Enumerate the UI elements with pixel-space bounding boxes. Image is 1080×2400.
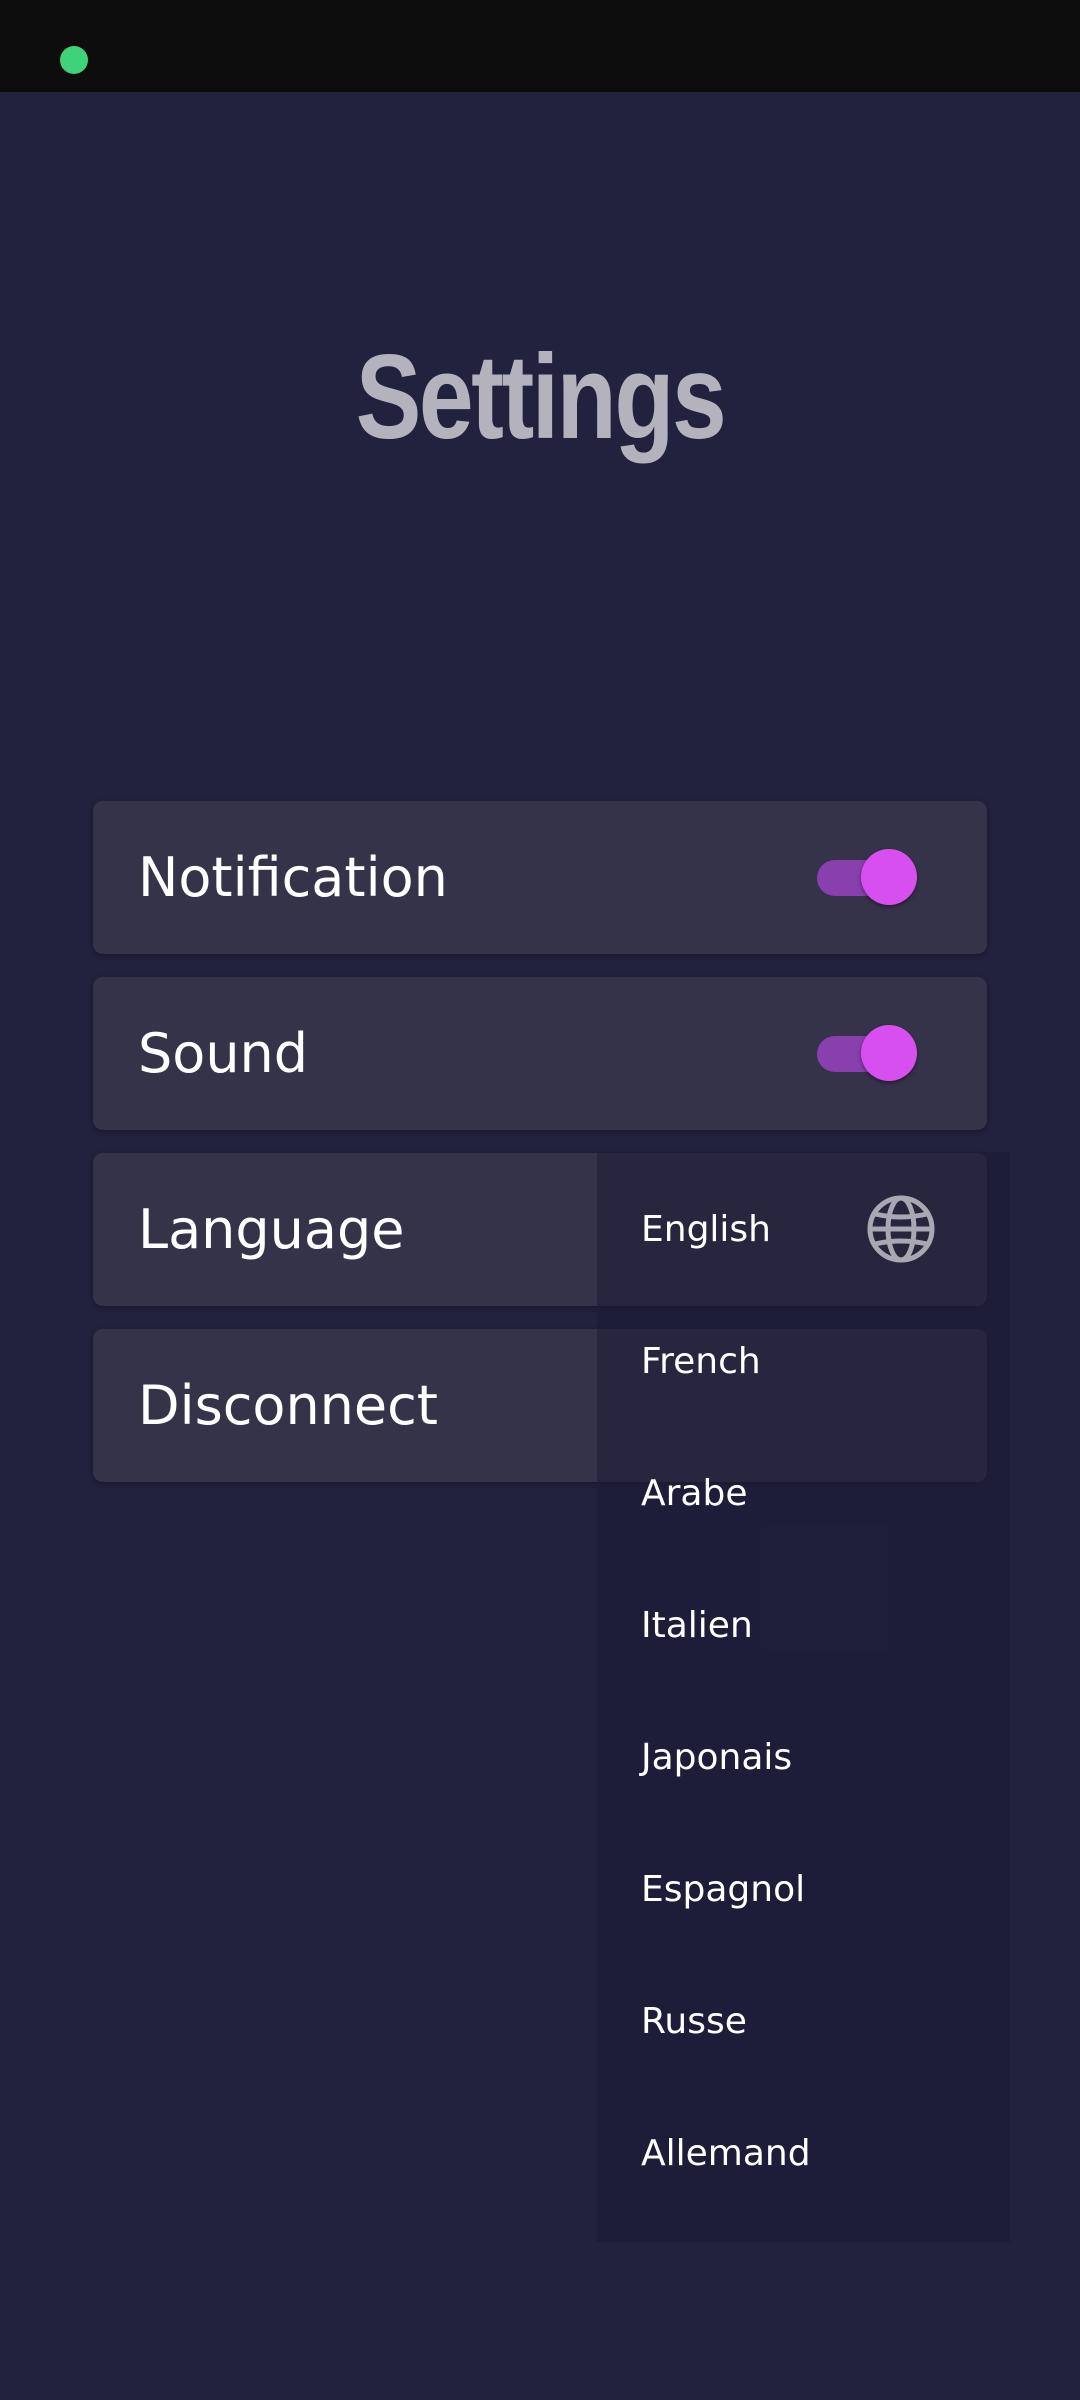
sound-label: Sound <box>138 1022 309 1085</box>
sound-row: Sound <box>93 977 987 1130</box>
status-indicator-dot <box>60 46 88 74</box>
language-option-japonais[interactable]: Japonais <box>641 1728 792 1788</box>
language-option-allemand[interactable]: Allemand <box>641 2124 811 2184</box>
language-option-english[interactable]: English <box>641 1200 771 1260</box>
language-label: Language <box>138 1198 405 1261</box>
language-option-russe[interactable]: Russe <box>641 1992 747 2052</box>
globe-icon[interactable] <box>865 1193 937 1265</box>
language-dropdown: English French Arabe Italien Japonais Es… <box>597 1152 1010 2242</box>
language-option-french[interactable]: French <box>641 1332 761 1392</box>
language-option-italien[interactable]: Italien <box>641 1596 753 1656</box>
disconnect-label: Disconnect <box>138 1374 438 1437</box>
toggle-knob <box>861 1025 917 1081</box>
sound-toggle[interactable] <box>817 1025 917 1081</box>
language-option-arabe[interactable]: Arabe <box>641 1464 748 1524</box>
toggle-knob <box>861 849 917 905</box>
settings-screen: Settings Notification Sound Language Dis… <box>0 92 1080 2400</box>
notification-toggle[interactable] <box>817 849 917 905</box>
notification-label: Notification <box>138 846 448 909</box>
notification-row: Notification <box>93 801 987 954</box>
page-title: Settings <box>355 330 727 464</box>
language-option-espagnol[interactable]: Espagnol <box>641 1860 805 1920</box>
status-bar <box>0 0 1080 92</box>
